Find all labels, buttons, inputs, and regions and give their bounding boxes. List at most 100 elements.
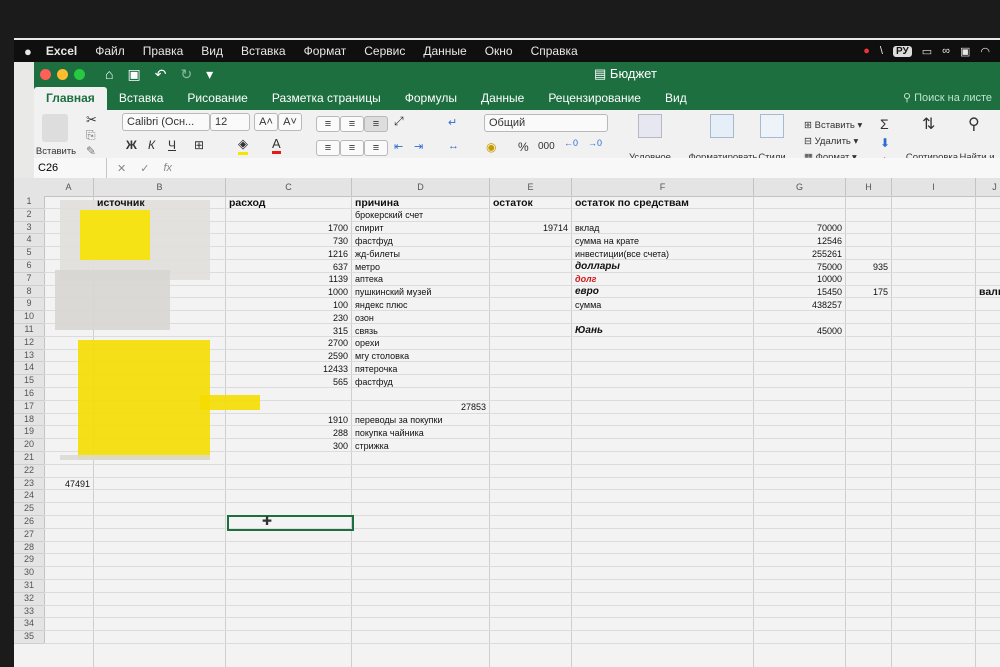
cell-h6[interactable]: 935 [849,261,888,273]
thousands-button[interactable]: 000 [538,141,555,152]
row-header[interactable]: 6 [14,260,45,273]
cell-c10[interactable]: 230 [229,312,348,324]
cell-c11[interactable]: 315 [229,325,348,337]
fill-color-icon[interactable]: ◈ [238,136,248,155]
menu-format[interactable]: Формат [304,44,347,58]
cell-d8[interactable]: пушкинский музей [355,286,486,298]
column-header-b[interactable]: B [94,178,226,197]
row-header[interactable]: 3 [14,221,45,235]
name-box[interactable]: C26 [34,158,107,178]
input-language-badge[interactable]: РУ [892,45,912,57]
row-header[interactable]: 31 [14,580,45,593]
record-icon[interactable]: ● [863,45,870,57]
row-header[interactable]: 10 [14,311,45,324]
cell-g11[interactable]: 45000 [757,325,842,337]
undo-icon[interactable]: ↶ [155,66,167,83]
menu-window[interactable]: Окно [485,44,513,58]
save-icon[interactable]: ▣ [127,66,140,83]
column-header-d[interactable]: D [352,178,490,197]
format-as-table-icon[interactable] [710,114,734,138]
select-all-corner[interactable] [14,178,45,197]
cell-c9[interactable]: 100 [229,299,348,311]
row-header[interactable]: 8 [14,285,45,299]
cell-f4[interactable]: сумма на крате [575,235,750,247]
menu-help[interactable]: Справка [531,44,578,58]
row-header[interactable]: 16 [14,388,45,401]
cell-d7[interactable]: аптека [355,273,486,285]
cell-d11[interactable]: связь [355,325,486,337]
cell-c8[interactable]: 1000 [229,286,348,298]
column-header-i[interactable]: I [892,178,976,197]
underline-button[interactable]: Ч [168,138,176,152]
cell-d13[interactable]: мгу столовка [355,350,486,362]
column-header-h[interactable]: H [846,178,892,197]
align-right-button[interactable]: ≡ [364,140,388,156]
cell-g5[interactable]: 255261 [757,248,842,260]
cell-d12[interactable]: орехи [355,337,486,349]
paste-icon[interactable] [42,114,68,142]
tab-data[interactable]: Данные [469,87,536,110]
cell-f1[interactable]: остаток по средствам [575,197,748,209]
insert-function-button[interactable]: fx [163,162,172,175]
apple-icon[interactable]: ● [24,44,32,59]
row-header[interactable]: 33 [14,605,45,619]
cell-d9[interactable]: яндекс плюс [355,299,486,311]
text-orientation-icon[interactable]: ⤢ [394,114,404,129]
menu-tools[interactable]: Сервис [364,44,405,58]
cell-d14[interactable]: пятерочка [355,363,486,375]
cell-d3[interactable]: спирит [355,222,486,234]
increase-decimal-icon[interactable]: ←0 [564,138,578,148]
cell-g6[interactable]: 75000 [757,261,842,273]
tab-page-layout[interactable]: Разметка страницы [260,87,393,110]
wrap-text-icon[interactable]: ↵ [448,116,457,129]
battery-icon[interactable]: ▭ [922,45,932,58]
tab-review[interactable]: Рецензирование [536,87,653,110]
row-header[interactable]: 21 [14,452,45,465]
cell-a23[interactable]: 47491 [47,478,90,490]
cut-icon[interactable]: ✂ [86,112,97,128]
menu-insert[interactable]: Вставка [241,44,286,58]
cell-c3[interactable]: 1700 [229,222,348,234]
column-header-f[interactable]: F [572,178,754,197]
cell-c18[interactable]: 1910 [229,414,348,426]
number-format-select[interactable]: Общий [484,114,608,132]
cell-d5[interactable]: жд-билеты [355,248,486,260]
column-header-g[interactable]: G [754,178,846,197]
cell-g8[interactable]: 15450 [757,286,842,298]
row-header[interactable]: 27 [14,528,45,542]
menu-app-excel[interactable]: Excel [46,44,77,58]
row-header[interactable]: 9 [14,298,45,312]
row-header[interactable]: 24 [14,490,45,504]
cell-g9[interactable]: 438257 [757,299,842,311]
decrease-indent-icon[interactable]: ⇤ [394,140,403,153]
fill-icon[interactable]: ⬇ [880,136,890,150]
row-header[interactable]: 25 [14,503,45,516]
cell-d1[interactable]: причина [355,197,486,209]
autosum-icon[interactable]: Σ [880,116,889,132]
cell-b1[interactable]: источник [97,197,222,209]
cell-d2[interactable]: брокерский счет [355,209,486,221]
delete-cells-button[interactable]: ⊟ Удалить ▾ [804,136,858,147]
row-header[interactable]: 26 [14,516,45,529]
cell-c13[interactable]: 2590 [229,350,348,362]
cell-c20[interactable]: 300 [229,440,348,452]
cell-c12[interactable]: 2700 [229,337,348,349]
column-header-c[interactable]: C [226,178,352,197]
cell-h8[interactable]: 175 [849,286,888,298]
insert-cells-button[interactable]: ⊞ Вставить ▾ [804,120,862,131]
column-header-j[interactable]: J [976,178,1000,197]
cell-e3[interactable]: 19714 [493,222,568,234]
row-header[interactable]: 35 [14,631,45,644]
home-icon[interactable]: ⌂ [105,66,113,83]
format-painter-icon[interactable]: ✎ [86,144,96,158]
increase-font-button[interactable]: A˄ [254,113,278,131]
conditional-format-icon[interactable] [638,114,662,138]
row-header[interactable]: 20 [14,439,45,452]
merge-cells-icon[interactable]: ↔ [448,140,459,152]
cell-f5[interactable]: инвестиции(все счета) [575,248,750,260]
row-header[interactable]: 30 [14,567,45,580]
cell-g3[interactable]: 70000 [757,222,842,234]
worksheet-grid[interactable]: ABCDEFGHIJK12345678910111213141516171819… [14,178,1000,667]
customize-toolbar-icon[interactable]: ▾ [206,66,213,83]
decrease-font-button[interactable]: A˅ [278,113,302,131]
